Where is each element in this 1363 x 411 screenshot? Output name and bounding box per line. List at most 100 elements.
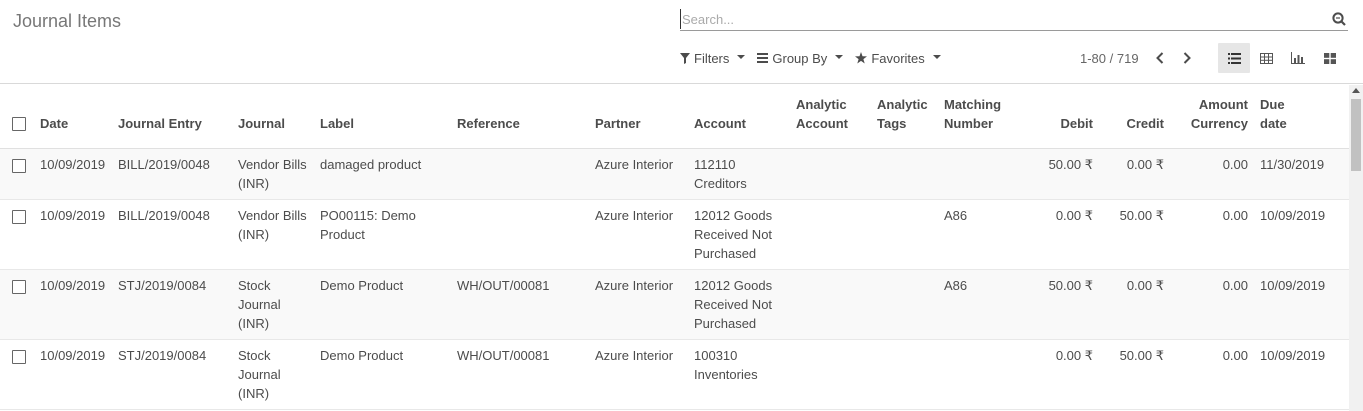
table-row[interactable]: 10/09/2019 BILL/2019/0048 Vendor Bills (I… xyxy=(0,199,1349,270)
cell-due-date: 10/09/2019 xyxy=(1252,339,1349,410)
cell-date: 10/09/2019 xyxy=(36,339,114,410)
cell-label: damaged product xyxy=(316,148,453,200)
pager-value[interactable]: 1-80 / 719 xyxy=(1080,51,1139,66)
cell-debit: 50.00 ₹ xyxy=(1035,148,1097,200)
star-icon xyxy=(855,52,868,64)
chevron-down-icon xyxy=(932,55,941,59)
group-by-button[interactable]: Group By xyxy=(757,49,844,67)
cell-reference: WH/OUT/00081 xyxy=(453,269,591,340)
search-icon[interactable] xyxy=(1332,12,1346,26)
cell-due-date: 10/09/2019 xyxy=(1252,199,1349,270)
cell-credit: 0.00 ₹ xyxy=(1097,269,1168,340)
cell-amount-currency: 0.00 xyxy=(1168,339,1252,410)
cell-matching-number: A86 xyxy=(940,269,1035,340)
scrollbar-thumb[interactable] xyxy=(1351,99,1361,171)
cell-journal-entry: BILL/2019/0048 xyxy=(114,148,234,200)
search-options: Filters Group By Favorites xyxy=(680,49,941,67)
pager-next-button[interactable] xyxy=(1175,47,1199,69)
pivot-view-button[interactable] xyxy=(1250,43,1282,73)
favorites-label: Favorites xyxy=(871,50,925,66)
row-checkbox[interactable] xyxy=(12,280,26,295)
cell-analytic-account xyxy=(792,199,873,270)
row-select-cell xyxy=(0,339,36,410)
journal-items-list: Date Journal Entry Journal Label Referen… xyxy=(0,85,1349,411)
cell-journal: Vendor Bills (INR) xyxy=(234,148,316,200)
cell-date: 10/09/2019 xyxy=(36,148,114,200)
cell-journal-entry: STJ/2019/0084 xyxy=(114,269,234,340)
column-due-date[interactable]: Due date xyxy=(1252,85,1349,149)
chevron-down-icon xyxy=(737,55,746,59)
filter-icon xyxy=(680,52,690,64)
cell-date: 10/09/2019 xyxy=(36,269,114,340)
column-analytic-tags[interactable]: Analytic Tags xyxy=(873,85,940,149)
column-journal[interactable]: Journal xyxy=(234,85,316,149)
graph-view-button[interactable] xyxy=(1282,43,1314,73)
scroll-up-icon[interactable] xyxy=(1352,88,1360,93)
column-date[interactable]: Date xyxy=(36,85,114,149)
cell-account: 112110 Creditors xyxy=(690,148,792,200)
vertical-scrollbar[interactable] xyxy=(1349,85,1363,411)
cell-due-date: 11/30/2019 xyxy=(1252,148,1349,200)
cell-matching-number: A86 xyxy=(940,199,1035,270)
list-view-icon xyxy=(1227,52,1241,64)
kanban-view-button[interactable] xyxy=(1314,43,1346,73)
view-switcher xyxy=(1218,43,1346,73)
column-analytic-account[interactable]: Analytic Account xyxy=(792,85,873,149)
column-amount-currency[interactable]: Amount Currency xyxy=(1168,85,1252,149)
cell-journal-entry: STJ/2019/0084 xyxy=(114,339,234,410)
column-partner[interactable]: Partner xyxy=(591,85,690,149)
column-matching-number[interactable]: Matching Number xyxy=(940,85,1035,149)
cell-reference xyxy=(453,199,591,270)
chevron-left-icon xyxy=(1156,52,1164,64)
pager-previous-button[interactable] xyxy=(1148,47,1172,69)
cell-analytic-account xyxy=(792,339,873,410)
filters-label: Filters xyxy=(694,50,730,66)
row-checkbox[interactable] xyxy=(12,159,26,174)
graph-view-icon xyxy=(1291,52,1305,64)
cell-amount-currency: 0.00 xyxy=(1168,269,1252,340)
row-checkbox[interactable] xyxy=(12,350,26,365)
cell-account: 12012 Goods Received Not Purchased xyxy=(690,199,792,270)
select-all-checkbox[interactable] xyxy=(12,117,26,132)
cell-credit: 0.00 ₹ xyxy=(1097,148,1168,200)
filters-button[interactable]: Filters xyxy=(680,49,746,67)
group-by-label: Group By xyxy=(772,50,828,66)
cell-debit: 0.00 ₹ xyxy=(1035,199,1097,270)
column-debit[interactable]: Debit xyxy=(1035,85,1097,149)
cell-label: Demo Product xyxy=(316,269,453,340)
cell-credit: 50.00 ₹ xyxy=(1097,339,1168,410)
table-row[interactable]: 10/09/2019 BILL/2019/0048 Vendor Bills (I… xyxy=(0,148,1349,200)
cell-partner: Azure Interior xyxy=(591,269,690,340)
cell-reference xyxy=(453,148,591,200)
pivot-view-icon xyxy=(1259,52,1273,64)
column-account[interactable]: Account xyxy=(690,85,792,149)
kanban-view-icon xyxy=(1324,52,1336,64)
table-row[interactable]: 10/09/2019 STJ/2019/0084 Stock Journal (IN… xyxy=(0,339,1349,410)
column-journal-entry[interactable]: Journal Entry xyxy=(114,85,234,149)
cell-matching-number xyxy=(940,339,1035,410)
table-header-row: Date Journal Entry Journal Label Referen… xyxy=(0,85,1349,149)
cell-analytic-account xyxy=(792,269,873,340)
cell-amount-currency: 0.00 xyxy=(1168,148,1252,200)
cell-analytic-account xyxy=(792,148,873,200)
favorites-button[interactable]: Favorites xyxy=(855,49,941,67)
cell-account: 12012 Goods Received Not Purchased xyxy=(690,269,792,340)
cell-debit: 0.00 ₹ xyxy=(1035,339,1097,410)
list-view-button[interactable] xyxy=(1218,43,1250,73)
cell-analytic-tags xyxy=(873,148,940,200)
cell-journal-entry: BILL/2019/0048 xyxy=(114,199,234,270)
table-row[interactable]: 10/09/2019 STJ/2019/0084 Stock Journal (IN… xyxy=(0,269,1349,340)
search-input[interactable] xyxy=(680,9,1320,29)
cell-analytic-tags xyxy=(873,269,940,340)
cell-credit: 50.00 ₹ xyxy=(1097,199,1168,270)
search-bar xyxy=(680,9,1348,31)
cell-journal: Stock Journal (INR) xyxy=(234,339,316,410)
control-panel: Journal Items Filters Group By Favorites… xyxy=(0,0,1363,84)
column-reference[interactable]: Reference xyxy=(453,85,591,149)
column-credit[interactable]: Credit xyxy=(1097,85,1168,149)
row-checkbox[interactable] xyxy=(12,210,26,225)
bars-icon xyxy=(757,53,769,63)
cell-partner: Azure Interior xyxy=(591,148,690,200)
column-label[interactable]: Label xyxy=(316,85,453,149)
cell-partner: Azure Interior xyxy=(591,339,690,410)
